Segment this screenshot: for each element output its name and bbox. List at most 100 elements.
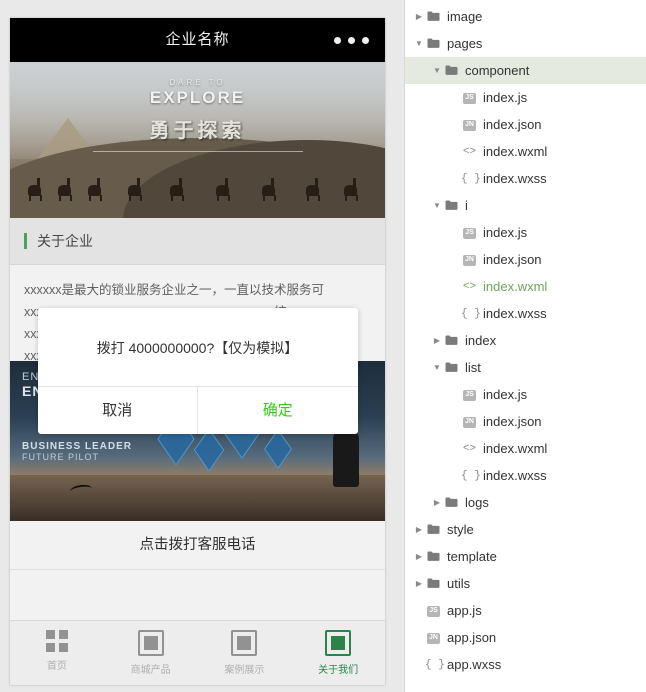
js-file-icon: JS bbox=[461, 91, 478, 104]
tree-file-row[interactable]: ▶<> index.wxml bbox=[405, 273, 646, 300]
folder-icon bbox=[443, 497, 460, 508]
folder-icon bbox=[425, 38, 442, 49]
chevron-right-icon[interactable]: ▶ bbox=[413, 12, 425, 21]
wxss-file-icon: { } bbox=[461, 172, 481, 185]
tree-file-row[interactable]: ▶JN app.json bbox=[405, 624, 646, 651]
wxml-file-icon: <> bbox=[462, 145, 477, 158]
chevron-down-icon[interactable]: ▼ bbox=[431, 363, 443, 372]
tree-folder-row[interactable]: ▼ component bbox=[405, 57, 646, 84]
tree-file-row[interactable]: ▶<> index.wxml bbox=[405, 435, 646, 462]
chevron-placeholder: ▶ bbox=[413, 661, 425, 669]
tree-item-label: app.json bbox=[447, 630, 497, 645]
chevron-placeholder: ▶ bbox=[449, 283, 461, 291]
chevron-placeholder: ▶ bbox=[413, 607, 425, 615]
chevron-right-icon[interactable]: ▶ bbox=[413, 525, 425, 534]
tree-file-row[interactable]: ▶JN index.json bbox=[405, 111, 646, 138]
folder-icon bbox=[443, 362, 460, 373]
chevron-placeholder: ▶ bbox=[413, 634, 425, 642]
chevron-placeholder: ▶ bbox=[449, 418, 461, 426]
confirm-dialog: 拨打 4000000000?【仅为模拟】 取消 确定 bbox=[37, 308, 358, 434]
chevron-down-icon[interactable]: ▼ bbox=[431, 201, 443, 210]
chevron-down-icon[interactable]: ▼ bbox=[413, 39, 425, 48]
tree-item-label: list bbox=[465, 360, 481, 375]
tree-item-label: pages bbox=[447, 36, 483, 51]
chevron-placeholder: ▶ bbox=[449, 445, 461, 453]
tree-item-label: index bbox=[465, 333, 497, 348]
cancel-button[interactable]: 取消 bbox=[38, 387, 198, 434]
tree-file-row[interactable]: ▶JN index.json bbox=[405, 246, 646, 273]
json-file-icon: JN bbox=[461, 118, 478, 131]
chevron-down-icon[interactable]: ▼ bbox=[431, 66, 443, 75]
tree-folder-row[interactable]: ▶ logs bbox=[405, 489, 646, 516]
tree-folder-row[interactable]: ▶ utils bbox=[405, 570, 646, 597]
tree-file-row[interactable]: ▶{ }app.wxss bbox=[405, 651, 646, 678]
tree-file-row[interactable]: ▶{ }index.wxss bbox=[405, 300, 646, 327]
tree-file-row[interactable]: ▶<> index.wxml bbox=[405, 138, 646, 165]
tree-file-row[interactable]: ▶JS index.js bbox=[405, 219, 646, 246]
folder-icon bbox=[425, 11, 442, 22]
chevron-right-icon[interactable]: ▶ bbox=[413, 552, 425, 561]
chevron-placeholder: ▶ bbox=[449, 310, 461, 318]
wxss-file-icon: { } bbox=[461, 469, 481, 482]
phone-screen: 企业名称 DARE TO EXPLORE 勇于探索 关于企业 xxxxxx是最大… bbox=[10, 18, 385, 685]
tree-item-label: app.js bbox=[447, 603, 482, 618]
tree-folder-row[interactable]: ▶ index bbox=[405, 327, 646, 354]
tree-folder-row[interactable]: ▶ image bbox=[405, 3, 646, 30]
phone-simulator-pane: 企业名称 DARE TO EXPLORE 勇于探索 关于企业 xxxxxx是最大… bbox=[0, 0, 404, 692]
tree-folder-row[interactable]: ▼ i bbox=[405, 192, 646, 219]
tree-folder-row[interactable]: ▶ style bbox=[405, 516, 646, 543]
tree-item-label: index.json bbox=[483, 252, 542, 267]
app-root: 企业名称 DARE TO EXPLORE 勇于探索 关于企业 xxxxxx是最大… bbox=[0, 0, 646, 692]
tree-file-row[interactable]: ▶{ }index.wxss bbox=[405, 462, 646, 489]
tree-item-label: template bbox=[447, 549, 497, 564]
chevron-right-icon[interactable]: ▶ bbox=[431, 336, 443, 345]
folder-icon bbox=[425, 551, 442, 562]
chevron-placeholder: ▶ bbox=[449, 148, 461, 156]
json-file-icon: JN bbox=[461, 253, 478, 266]
tree-file-row[interactable]: ▶JS app.js bbox=[405, 597, 646, 624]
folder-icon bbox=[443, 200, 460, 211]
chevron-placeholder: ▶ bbox=[449, 229, 461, 237]
tree-file-row[interactable]: ▶JS index.js bbox=[405, 84, 646, 111]
tree-file-row[interactable]: ▶JN index.json bbox=[405, 408, 646, 435]
tree-item-label: index.js bbox=[483, 225, 528, 240]
folder-icon bbox=[443, 335, 460, 346]
tree-item-label: index.js bbox=[483, 90, 528, 105]
wxss-file-icon: { } bbox=[425, 658, 445, 671]
chevron-right-icon[interactable]: ▶ bbox=[431, 498, 443, 507]
js-file-icon: JS bbox=[425, 604, 442, 617]
tree-item-label: index.wxml bbox=[483, 279, 548, 294]
tree-file-row[interactable]: ▶{ }index.wxss bbox=[405, 165, 646, 192]
js-file-icon: JS bbox=[461, 226, 478, 239]
tree-item-label: index.wxss bbox=[483, 171, 547, 186]
tree-folder-row[interactable]: ▶ template bbox=[405, 543, 646, 570]
chevron-placeholder: ▶ bbox=[449, 121, 461, 129]
chevron-placeholder: ▶ bbox=[449, 472, 461, 480]
tree-folder-row[interactable]: ▼ list bbox=[405, 354, 646, 381]
dialog-actions: 取消 确定 bbox=[37, 386, 358, 434]
tree-item-label: style bbox=[447, 522, 474, 537]
chevron-placeholder: ▶ bbox=[449, 256, 461, 264]
tree-item-label: index.json bbox=[483, 117, 542, 132]
dialog-message: 拨打 4000000000?【仅为模拟】 bbox=[96, 340, 299, 356]
tree-item-label: utils bbox=[447, 576, 471, 591]
confirm-button[interactable]: 确定 bbox=[197, 387, 358, 434]
chevron-right-icon[interactable]: ▶ bbox=[413, 579, 425, 588]
tree-file-row[interactable]: ▶JS index.js bbox=[405, 381, 646, 408]
tree-item-label: image bbox=[447, 9, 483, 24]
tree-item-label: app.wxss bbox=[447, 657, 502, 672]
tree-item-label: index.wxss bbox=[483, 468, 547, 483]
tree-folder-row[interactable]: ▼ pages bbox=[405, 30, 646, 57]
wxml-file-icon: <> bbox=[462, 442, 477, 455]
file-explorer[interactable]: ▶image▼pages▼component▶JSindex.js▶JNinde… bbox=[405, 0, 646, 692]
folder-icon bbox=[425, 524, 442, 535]
js-file-icon: JS bbox=[461, 388, 478, 401]
json-file-icon: JN bbox=[461, 415, 478, 428]
tree-item-label: i bbox=[465, 198, 468, 213]
tree-item-label: logs bbox=[465, 495, 489, 510]
tree-item-label: component bbox=[465, 63, 530, 78]
tree-item-label: index.wxml bbox=[483, 441, 548, 456]
tree-item-label: index.js bbox=[483, 387, 528, 402]
wxml-file-icon: <> bbox=[462, 280, 477, 293]
wxss-file-icon: { } bbox=[461, 307, 481, 320]
